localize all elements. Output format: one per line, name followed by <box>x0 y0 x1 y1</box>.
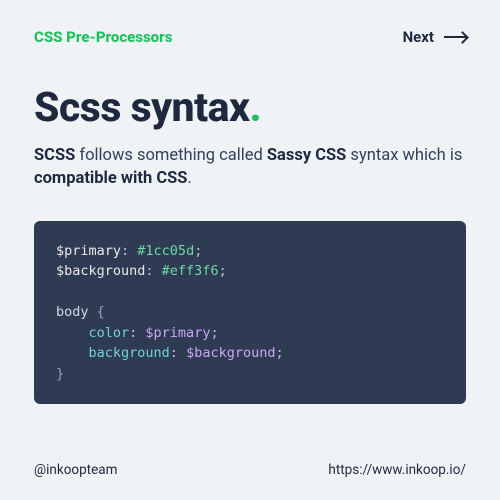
code-varref: $primary <box>145 325 210 341</box>
desc-bold-3: compatible with CSS <box>34 169 187 188</box>
code-prop: background <box>89 345 170 361</box>
desc-bold-1: SCSS <box>34 146 75 165</box>
code-hex: #eff3f6 <box>162 263 219 279</box>
code-varref: $background <box>186 345 275 361</box>
footer: @inkoopteam https://www.inkoop.io/ <box>34 444 466 478</box>
code-indent <box>56 345 89 361</box>
topic-label: CSS Pre-Processors <box>34 28 172 46</box>
code-selector: body <box>56 304 97 320</box>
code-indent <box>56 325 89 341</box>
code-punct: ; <box>219 263 227 279</box>
title-text: Scss syntax <box>34 84 249 132</box>
footer-handle: @inkoopteam <box>34 462 117 478</box>
code-var: $primary <box>56 243 121 259</box>
code-punct: ; <box>194 243 202 259</box>
code-block: $primary: #1cc05d; $background: #eff3f6;… <box>34 221 466 405</box>
next-button[interactable]: Next <box>403 28 466 46</box>
desc-text-1: follows something called <box>75 146 267 165</box>
desc-bold-2: Sassy CSS <box>267 146 346 165</box>
footer-url: https://www.inkoop.io/ <box>328 462 466 478</box>
desc-text-3: . <box>187 169 191 188</box>
description: SCSS follows something called Sassy CSS … <box>34 144 466 191</box>
code-punct: : <box>129 325 145 341</box>
code-punct: ; <box>275 345 283 361</box>
header-bar: CSS Pre-Processors Next <box>34 28 466 46</box>
code-punct: ; <box>210 325 218 341</box>
code-brace: } <box>56 366 64 382</box>
code-brace: { <box>97 304 105 320</box>
code-punct: : <box>121 243 137 259</box>
code-punct: : <box>145 263 161 279</box>
page-title: Scss syntax. <box>34 84 466 132</box>
title-dot: . <box>249 84 261 132</box>
code-prop: color <box>89 325 130 341</box>
desc-text-2: syntax which is <box>346 146 462 165</box>
code-var: $background <box>56 263 145 279</box>
next-label: Next <box>403 28 434 46</box>
code-punct: : <box>170 345 186 361</box>
code-hex: #1cc05d <box>137 243 194 259</box>
arrow-right-icon <box>444 36 466 38</box>
